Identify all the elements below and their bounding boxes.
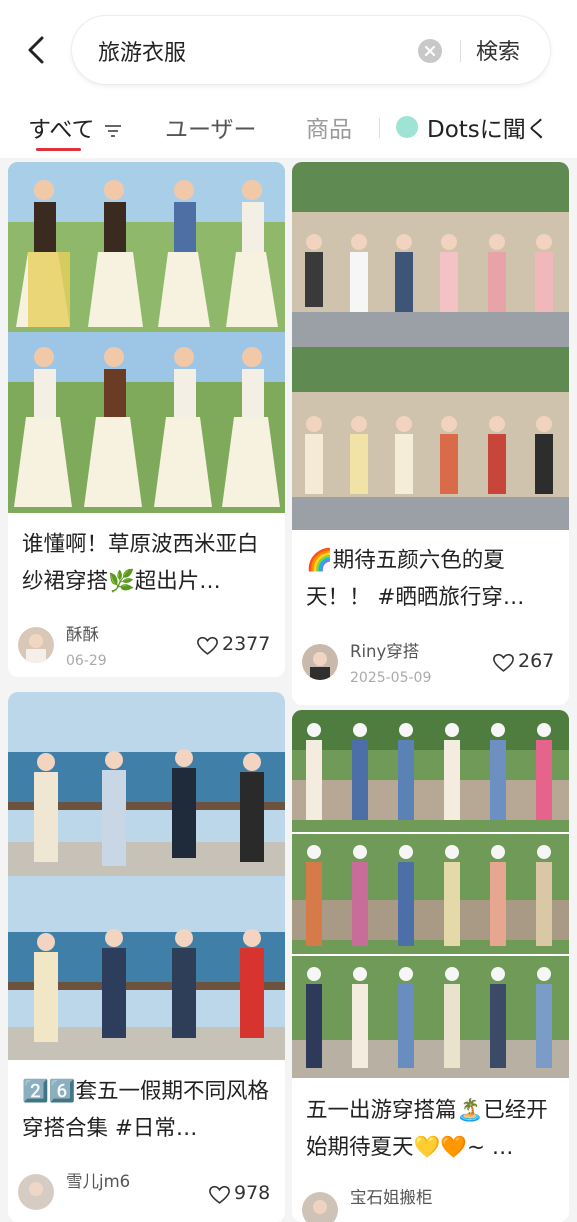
author-name[interactable]: 酥酥 <box>66 621 99 645</box>
post-date: 2025-05-09 <box>350 670 432 686</box>
post-card[interactable]: 五一出游穿搭篇🏝️已经开始期待夏天💛🧡~ … 宝石姐搬柜 <box>292 710 569 1222</box>
avatar <box>18 627 54 663</box>
post-card[interactable]: 🌈期待五颜六色的夏天！！ #晒晒旅行穿… Riny穿搭 2025-05-09 2… <box>292 162 569 705</box>
tab-all-label: すべて <box>28 117 95 143</box>
back-arrow-icon <box>28 36 44 64</box>
heart-icon <box>209 1185 230 1204</box>
top-bar: 検索 <box>0 0 577 100</box>
dots-label: Dotsに聞く <box>427 117 549 143</box>
search-button[interactable]: 検索 <box>476 34 520 66</box>
post-title: 2️⃣6️⃣套五一假期不同风格穿搭合集 #日常… <box>22 1079 270 1141</box>
post-image <box>292 710 569 1078</box>
like-button[interactable]: 267 <box>493 650 563 676</box>
tab-all[interactable]: すべて <box>28 110 124 144</box>
like-button[interactable]: 978 <box>209 1182 279 1208</box>
clear-button[interactable] <box>418 39 442 63</box>
like-count: 267 <box>518 650 555 672</box>
active-tab-indicator <box>36 148 81 151</box>
like-button[interactable]: 2377 <box>197 633 277 659</box>
like-count: 978 <box>234 1182 271 1204</box>
tab-bar: すべて ユーザー 商品 Dotsに聞く <box>0 100 577 158</box>
search-box: 検索 <box>72 16 550 84</box>
post-card[interactable]: 谁懂啊！草原波西米亚白纱裙穿搭🌿超出片… 酥酥 06-29 2377 <box>8 162 285 677</box>
tab-users[interactable]: ユーザー <box>165 110 257 144</box>
post-image <box>8 692 285 1060</box>
post-image <box>8 162 285 513</box>
search-input[interactable] <box>96 33 400 69</box>
back-button[interactable] <box>20 30 56 70</box>
tab-products[interactable]: 商品 <box>306 110 352 144</box>
tab-divider <box>379 118 380 138</box>
dots-icon <box>396 116 418 138</box>
like-count: 2377 <box>222 633 271 655</box>
post-image <box>292 162 569 530</box>
post-title: 五一出游穿搭篇🏝️已经开始期待夏天💛🧡~ … <box>306 1098 548 1160</box>
avatar <box>302 1192 338 1222</box>
avatar <box>18 1174 54 1210</box>
post-date: 06-29 <box>66 653 107 669</box>
post-card[interactable]: 2️⃣6️⃣套五一假期不同风格穿搭合集 #日常… 雪儿jm6 978 <box>8 692 285 1222</box>
author-name[interactable]: Riny穿搭 <box>350 638 419 662</box>
search-divider <box>460 40 461 62</box>
author-name[interactable]: 宝石姐搬柜 <box>350 1184 433 1208</box>
heart-icon <box>197 636 218 655</box>
filter-icon <box>104 124 121 137</box>
avatar <box>302 644 338 680</box>
heart-icon <box>493 653 514 672</box>
post-title: 🌈期待五颜六色的夏天！！ #晒晒旅行穿… <box>306 548 525 610</box>
author-name[interactable]: 雪儿jm6 <box>66 1168 130 1192</box>
clear-icon <box>424 45 436 57</box>
post-title: 谁懂啊！草原波西米亚白纱裙穿搭🌿超出片… <box>22 532 259 594</box>
